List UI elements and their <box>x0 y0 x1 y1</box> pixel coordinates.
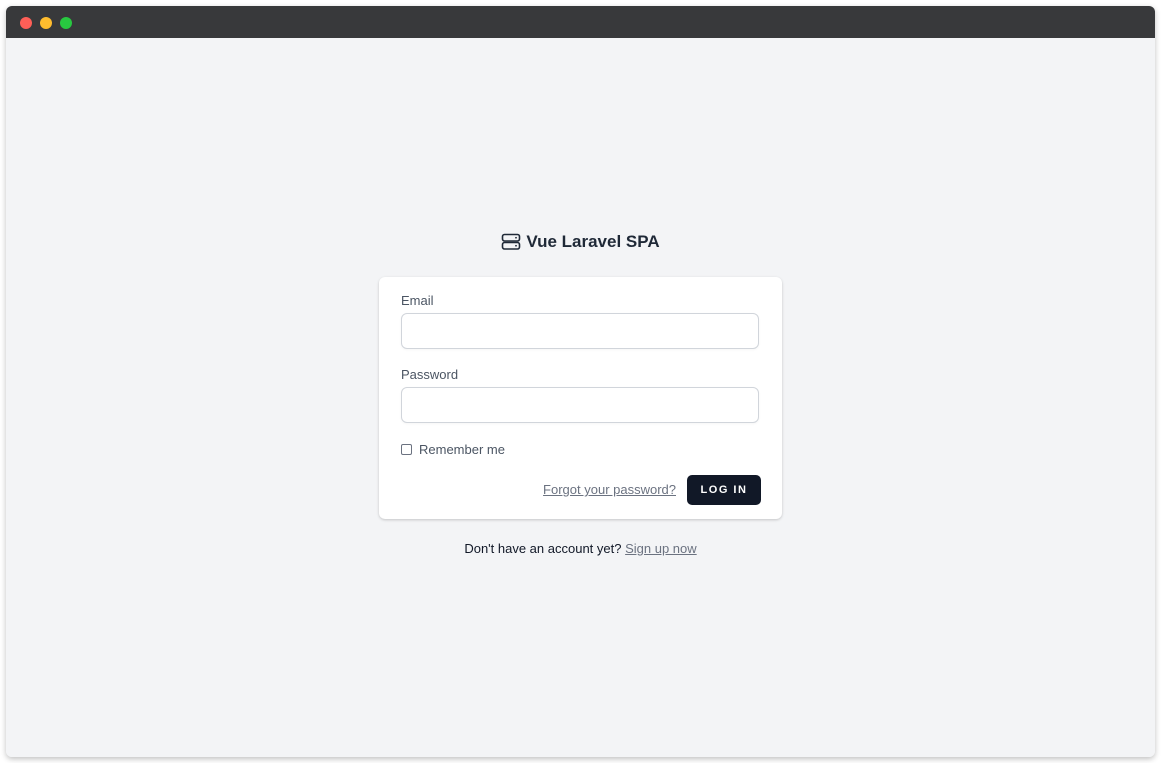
password-label: Password <box>401 367 459 382</box>
close-window-button[interactable] <box>20 17 32 29</box>
remember-me-row[interactable]: Remember me <box>401 442 505 457</box>
browser-window: Vue Laravel SPA Email Password Remember … <box>6 6 1155 757</box>
brand-header: Vue Laravel SPA <box>6 232 1155 256</box>
window-titlebar <box>6 6 1155 38</box>
login-card: Email Password Remember me Forgot your p… <box>379 277 782 519</box>
page-content: Vue Laravel SPA Email Password Remember … <box>6 38 1155 757</box>
minimize-window-button[interactable] <box>40 17 52 29</box>
app-title: Vue Laravel SPA <box>526 232 660 251</box>
login-button[interactable]: LOG IN <box>687 475 761 505</box>
server-icon <box>501 233 521 251</box>
forgot-password-link[interactable]: Forgot your password? <box>543 482 676 497</box>
password-field[interactable] <box>401 387 759 423</box>
signup-prompt-text: Don't have an account yet? <box>464 541 622 556</box>
remember-me-label[interactable]: Remember me <box>419 442 505 457</box>
email-field[interactable] <box>401 313 759 349</box>
signup-link[interactable]: Sign up now <box>625 541 697 556</box>
signup-prompt-line: Don't have an account yet? Sign up now <box>6 541 1155 556</box>
brand-link[interactable]: Vue Laravel SPA <box>501 232 660 252</box>
remember-me-checkbox[interactable] <box>401 444 412 455</box>
email-label: Email <box>401 293 434 308</box>
maximize-window-button[interactable] <box>60 17 72 29</box>
